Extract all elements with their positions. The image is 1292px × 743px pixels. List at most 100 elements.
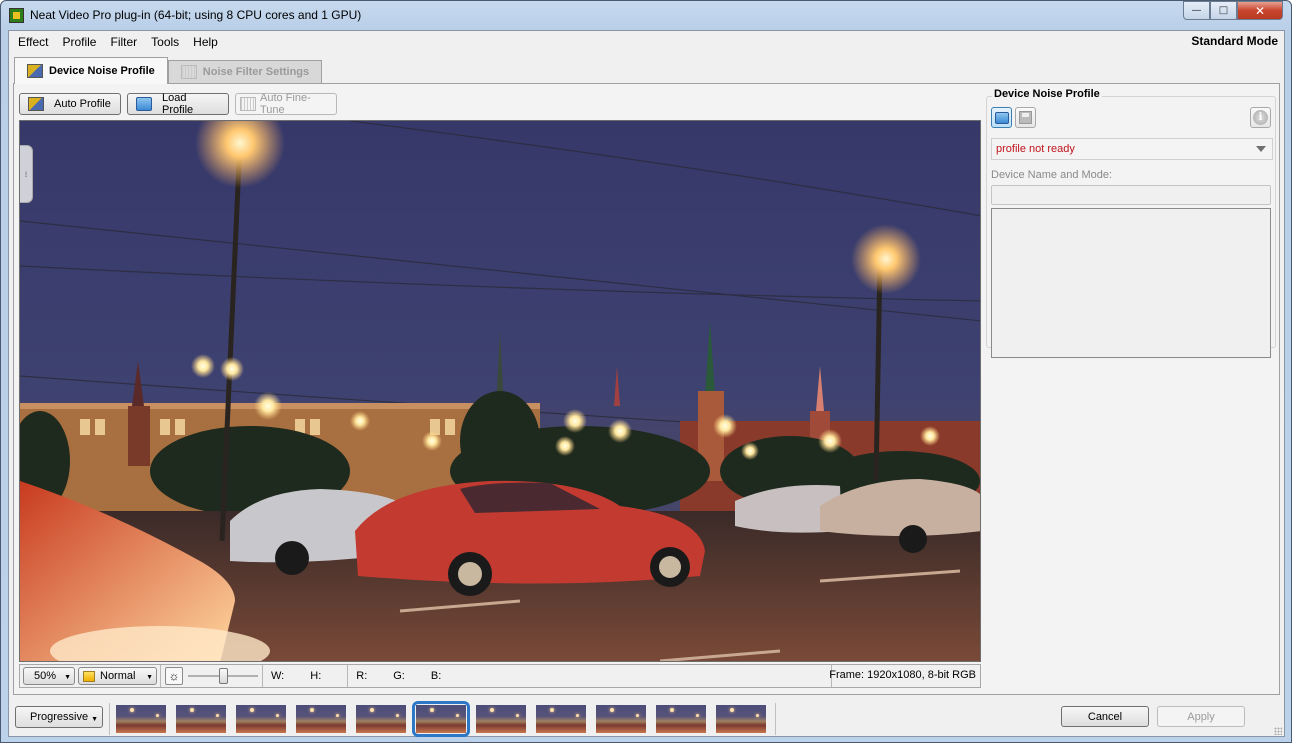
preview-status-bar: 50% ▼ Normal ▼ ☼ W: H: R: G: B: Frame: 1… [19, 664, 981, 688]
group-title: Device Noise Profile [992, 88, 1102, 100]
tab-label: Noise Filter Settings [202, 66, 310, 78]
app-window: Neat Video Pro plug-in (64-bit; using 8 … [0, 0, 1292, 743]
blue-readout: B: [430, 670, 442, 682]
resize-grip[interactable] [1274, 727, 1282, 735]
open-profile-button[interactable] [991, 107, 1012, 128]
right-panel: i profile not ready Device Name and Mode… [986, 88, 1276, 358]
preview-image [20, 121, 980, 661]
thumbnail-image [176, 705, 226, 733]
frame-thumbnail[interactable] [235, 704, 287, 734]
scan-mode-value: Progressive [30, 711, 89, 723]
divider [775, 703, 776, 735]
cancel-button[interactable]: Cancel [1061, 706, 1149, 727]
info-button[interactable]: i [1250, 107, 1271, 128]
close-button[interactable]: ✕ [1237, 1, 1283, 20]
bottom-bar: Progressive ▼ Cancel Apply [9, 699, 1284, 737]
color-swatch-icon [83, 670, 95, 682]
profile-notes-area[interactable] [991, 208, 1271, 358]
tab-bar: Device Noise Profile Noise Filter Settin… [14, 57, 323, 84]
street-lamp [851, 224, 921, 294]
scan-mode-dropdown[interactable]: Progressive ▼ [15, 706, 103, 728]
thumbnail-image [356, 705, 406, 733]
frame-thumbnails [115, 701, 767, 737]
green-readout: G: [393, 670, 405, 682]
frame-thumbnail[interactable] [655, 704, 707, 734]
frame-thumbnail[interactable] [175, 704, 227, 734]
menu-help[interactable]: Help [186, 35, 225, 49]
slider-thumb[interactable] [218, 668, 228, 684]
title-bar: Neat Video Pro plug-in (64-bit; using 8 … [1, 1, 1291, 29]
app-icon [9, 8, 24, 23]
profile-status: profile not ready [996, 143, 1075, 155]
divider [109, 703, 110, 735]
thumbnail-image [296, 705, 346, 733]
red-readout: R: [356, 670, 368, 682]
wand-icon [28, 97, 44, 111]
device-name-label: Device Name and Mode: [991, 169, 1113, 181]
tab-panel: Auto Profile Load Profile Auto Fine-Tune [13, 83, 1280, 695]
sliders-icon [180, 65, 197, 79]
chevron-down-icon [1256, 146, 1266, 152]
minimize-button[interactable]: — [1183, 1, 1210, 20]
folder-icon [136, 97, 152, 111]
bars-icon [240, 97, 256, 111]
chevron-down-icon: ▼ [91, 716, 98, 723]
menu-bar: Effect Profile Filter Tools Help Standar… [9, 31, 1284, 52]
frame-thumbnail[interactable] [355, 704, 407, 734]
window-title: Neat Video Pro plug-in (64-bit; using 8 … [30, 8, 362, 22]
frame-thumbnail[interactable] [595, 704, 647, 734]
frame-thumbnail[interactable] [535, 704, 587, 734]
minimize-icon: — [1191, 5, 1202, 16]
load-profile-button[interactable]: Load Profile [127, 92, 229, 116]
thumbnail-image [116, 705, 166, 733]
zoom-dropdown[interactable]: 50% ▼ [23, 667, 75, 685]
maximize-button[interactable]: □ [1210, 1, 1237, 20]
frame-thumbnail[interactable] [295, 704, 347, 734]
width-readout: W: [271, 670, 285, 682]
save-icon [1019, 111, 1032, 124]
video-preview[interactable]: ⁞ [19, 120, 981, 662]
divider [262, 665, 263, 687]
device-name-field[interactable] [991, 185, 1271, 205]
film-wand-icon [27, 64, 43, 78]
maximize-icon: □ [1218, 5, 1229, 16]
frame-thumbnail[interactable] [412, 701, 470, 737]
divider [347, 665, 349, 687]
frame-thumbnail[interactable] [475, 704, 527, 734]
client-area: Effect Profile Filter Tools Help Standar… [8, 30, 1285, 737]
menu-tools[interactable]: Tools [144, 35, 186, 49]
menu-filter[interactable]: Filter [103, 35, 144, 49]
mode-label: Standard Mode [1191, 34, 1278, 48]
info-icon: i [1253, 110, 1268, 125]
brightness-slider[interactable] [188, 667, 258, 685]
auto-profile-button[interactable]: Auto Profile [19, 93, 121, 115]
chevron-down-icon: ▼ [146, 674, 153, 681]
profile-status-dropdown[interactable]: profile not ready [991, 138, 1273, 160]
close-icon: ✕ [1254, 3, 1266, 18]
divider [160, 665, 161, 687]
frame-thumbnail[interactable] [115, 704, 167, 734]
auto-fine-tune-button[interactable]: Auto Fine-Tune [235, 92, 337, 116]
frame-info: Frame: 1920x1080, 8-bit RGB [829, 669, 976, 681]
device-noise-profile-group: i profile not ready Device Name and Mode… [986, 96, 1276, 358]
thumbnail-image [716, 705, 766, 733]
tab-device-noise-profile[interactable]: Device Noise Profile [14, 57, 168, 84]
zoom-value: 50% [33, 670, 57, 682]
thumbnail-image [656, 705, 706, 733]
apply-button[interactable]: Apply [1157, 706, 1245, 727]
chevron-down-icon: ▼ [64, 674, 71, 681]
height-readout: H: [310, 670, 322, 682]
save-profile-button[interactable] [1015, 107, 1036, 128]
menu-effect[interactable]: Effect [11, 35, 55, 49]
menu-profile[interactable]: Profile [55, 35, 103, 49]
thumbnail-image [236, 705, 286, 733]
thumbnail-image [476, 705, 526, 733]
auto-fine-tune-label: Auto Fine-Tune [260, 92, 311, 116]
tab-noise-filter-settings[interactable]: Noise Filter Settings [167, 60, 323, 83]
auto-profile-label: Auto Profile [54, 98, 111, 110]
brightness-button[interactable]: ☼ [165, 667, 183, 685]
view-mode-dropdown[interactable]: Normal ▼ [78, 667, 157, 685]
side-panel-handle[interactable]: ⁞ [20, 145, 33, 203]
thumbnail-image [596, 705, 646, 733]
frame-thumbnail[interactable] [715, 704, 767, 734]
